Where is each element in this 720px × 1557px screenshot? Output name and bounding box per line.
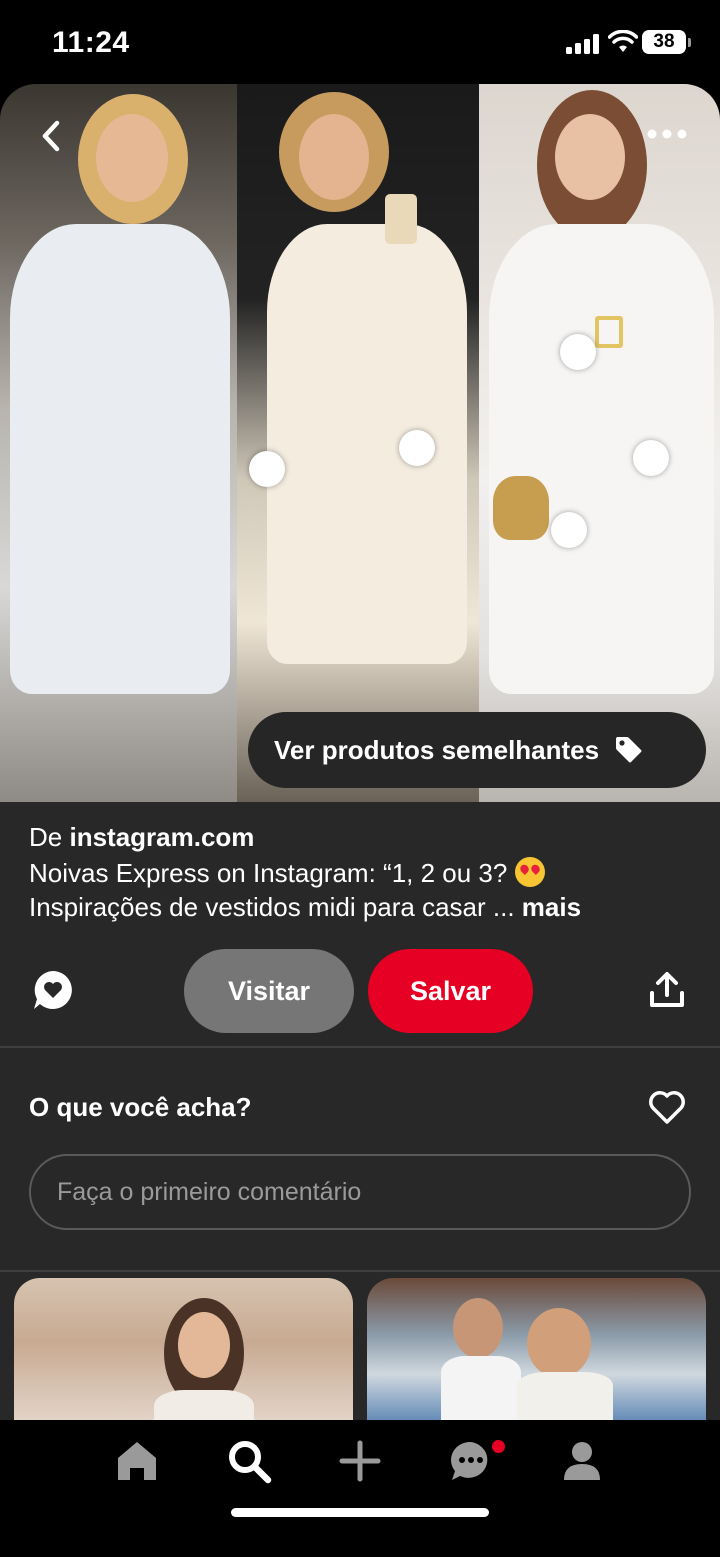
status-time: 11:24 <box>52 26 130 59</box>
pin-description: Noivas Express on Instagram: “1, 2 ou 3?… <box>29 856 689 924</box>
more-link[interactable]: mais <box>522 892 581 922</box>
related-pin-thumbnail[interactable] <box>367 1278 706 1424</box>
visit-button[interactable]: Visitar <box>184 949 354 1033</box>
person-face <box>453 1298 503 1358</box>
share-icon[interactable] <box>648 971 686 1009</box>
profile-icon[interactable] <box>559 1438 605 1484</box>
similar-products-button[interactable]: Ver produtos semelhantes <box>248 712 706 788</box>
product-hotspot[interactable] <box>249 451 285 487</box>
section-divider <box>0 1046 720 1048</box>
comment-input[interactable] <box>29 1154 691 1230</box>
pin-image[interactable]: Ver produtos semelhantes <box>0 84 720 802</box>
product-hotspot[interactable] <box>399 430 435 466</box>
comments-title: O que você acha? <box>29 1092 252 1122</box>
status-bar: 11:24 38 <box>0 0 720 84</box>
source-domain: instagram.com <box>69 822 255 852</box>
product-hotspot[interactable] <box>551 512 587 548</box>
chevron-left-icon[interactable] <box>34 118 70 154</box>
phone-in-hand <box>385 194 417 244</box>
save-button[interactable]: Salvar <box>368 949 533 1033</box>
image-panel-3 <box>479 84 720 802</box>
white-dress <box>489 224 714 694</box>
related-pin-thumbnail[interactable] <box>14 1278 353 1424</box>
plus-icon[interactable] <box>337 1438 383 1484</box>
search-icon[interactable] <box>226 1438 272 1484</box>
home-indicator[interactable] <box>231 1508 489 1517</box>
product-hotspot[interactable] <box>560 334 596 370</box>
image-panel-2 <box>237 84 479 802</box>
pin-card: Ver produtos semelhantes De instagram.co… <box>0 84 720 1424</box>
description-line-2: Inspirações de vestidos midi para casar … <box>29 892 515 922</box>
section-divider <box>0 1270 720 1272</box>
battery-tip <box>688 38 691 47</box>
tag-icon <box>616 737 642 763</box>
battery-indicator: 38 <box>642 30 686 54</box>
comment-icon[interactable] <box>32 969 74 1011</box>
person-face <box>527 1308 591 1378</box>
bottom-nav <box>0 1420 720 1557</box>
white-dress <box>517 1372 613 1424</box>
image-panel-1 <box>0 84 237 802</box>
source-prefix: De <box>29 822 63 852</box>
white-dress <box>10 224 230 694</box>
more-icon[interactable] <box>646 124 688 144</box>
white-shirt <box>441 1356 521 1424</box>
model-face <box>555 114 625 200</box>
model-face <box>96 114 168 202</box>
white-dress <box>154 1390 254 1424</box>
heart-eyes-emoji-icon <box>514 857 545 887</box>
action-row: Visitar Salvar <box>0 949 720 1033</box>
signal-icon <box>566 34 599 54</box>
product-hotspot[interactable] <box>633 440 669 476</box>
white-dress <box>267 224 467 664</box>
clutch-bag <box>493 476 549 540</box>
home-icon[interactable] <box>114 1438 160 1484</box>
messages-icon[interactable] <box>448 1438 494 1484</box>
pin-source[interactable]: De instagram.com <box>29 822 254 853</box>
belt-buckle <box>595 316 623 348</box>
model-face <box>178 1312 230 1378</box>
wifi-icon <box>608 30 638 52</box>
similar-products-label: Ver produtos semelhantes <box>274 734 600 765</box>
description-line-1: Noivas Express on Instagram: “1, 2 ou 3? <box>29 858 508 888</box>
notification-dot <box>492 1440 505 1453</box>
model-face <box>299 114 369 200</box>
heart-icon[interactable] <box>648 1089 686 1125</box>
